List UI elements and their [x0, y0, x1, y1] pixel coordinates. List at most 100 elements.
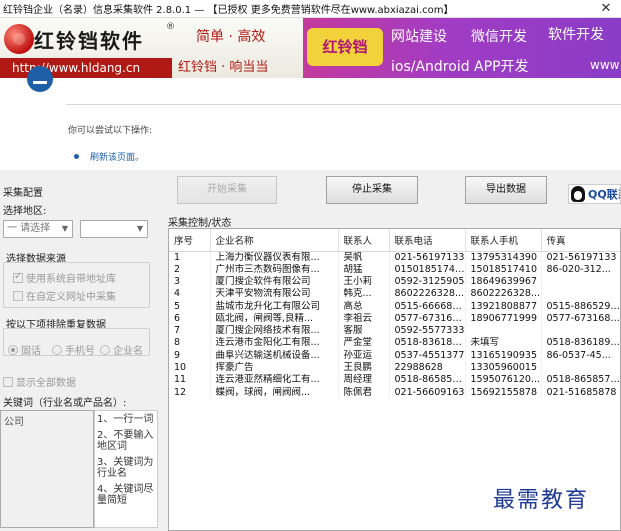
- window-title: 红铃铛企业（名录）信息采集软件 2.8.0.1 — 【已授权 更多免费营销软件尽…: [3, 5, 454, 16]
- table-row[interactable]: 12 蝶阀，球阀，闸阀阀... 陈佩君 021-56609163 15692155878…: [169, 386, 620, 399]
- col-header-company[interactable]: 企业名称: [210, 229, 339, 252]
- radio-dot: [52, 344, 62, 355]
- col-header-mobile[interactable]: 联系人手机: [465, 229, 542, 252]
- cell-contact: 周经理: [338, 374, 390, 387]
- cell-index: 8: [169, 337, 211, 350]
- stop-button[interactable]: 停止采集: [326, 176, 418, 204]
- cell-contact: 客服: [338, 324, 390, 338]
- cell-fax: 86-0537-45...: [541, 349, 620, 362]
- cell-mobile: 15018517410: [465, 263, 542, 276]
- cell-fax: [541, 324, 620, 338]
- cell-company: 厦门搜企软件有限公司: [210, 275, 339, 289]
- region-select-value: 一 请选择: [7, 223, 51, 234]
- table-row[interactable]: 7 厦门搜企网络技术有限... 客服 0592-5577333: [169, 324, 620, 338]
- cell-index: 7: [169, 324, 211, 338]
- cell-index: 2: [169, 263, 211, 276]
- brand-url[interactable]: http://www.hldang.cn: [0, 58, 172, 78]
- cell-fax: 0518-86585779: [541, 374, 620, 387]
- start-button[interactable]: 开始采集: [177, 176, 277, 204]
- slogan-simple: 简单 · 高效: [196, 29, 266, 45]
- col-header-contact[interactable]: 联系人: [338, 229, 390, 252]
- ad-app: ios/Android APP开发: [391, 59, 529, 75]
- cell-company: 上海力衡仪器仪表有限...: [210, 251, 339, 264]
- cell-fax: [541, 288, 620, 301]
- col-header-fax[interactable]: 传真: [541, 229, 620, 252]
- cell-contact: 陈佩君: [338, 386, 390, 399]
- cell-phone: 0592-5577333: [389, 324, 466, 338]
- chevron-down-icon: ▼: [136, 224, 143, 233]
- cell-contact: 王良鹏: [338, 361, 390, 375]
- status-section-title: 采集控制/状态: [168, 218, 232, 229]
- cell-company: 厦门搜企网络技术有限...: [210, 324, 339, 338]
- cell-phone: 0518-83618188: [389, 337, 466, 350]
- qq-contact-button[interactable]: QQ联系: [568, 184, 621, 204]
- close-icon[interactable]: ✕: [591, 0, 621, 18]
- cell-phone: 8602226328...: [389, 288, 466, 301]
- table-row[interactable]: 5 盐城市龙升化工有限公司 高总 0515-66668866 13921808877 05…: [169, 300, 620, 313]
- cell-mobile: [465, 324, 542, 338]
- cell-mobile: 13921808877: [465, 300, 542, 313]
- col-header-index[interactable]: 序号: [169, 229, 211, 252]
- hint-text: 你可以尝试以下操作:: [68, 126, 153, 136]
- cell-company: 瓯北阀，闸阀等,良精...: [210, 312, 339, 325]
- cell-mobile: 13165190935: [465, 349, 542, 362]
- chevron-down-icon: ▼: [61, 224, 68, 233]
- table-row[interactable]: 1 上海力衡仪器仪表有限... 吴帆 021-56197133 13795314390 0…: [169, 251, 620, 264]
- qq-penguin-icon: [571, 186, 585, 202]
- ad-banner[interactable]: 红铃铛 网站建设 微信开发 软件开发 ios/Android APP开发 www: [303, 18, 621, 78]
- checkbox-box: [13, 290, 23, 301]
- cell-company: 连云港亚然精细化工有...: [210, 374, 339, 387]
- cell-phone: 22988628: [389, 361, 466, 375]
- col-header-phone[interactable]: 联系电话: [389, 229, 466, 252]
- radio-mobile[interactable]: 手机号: [52, 342, 95, 357]
- table-row[interactable]: 11 连云港亚然精细化工有... 周经理 0518-86585333 159507612…: [169, 374, 620, 387]
- cell-company: 天津平安物流有限公司: [210, 288, 339, 301]
- cell-fax: [541, 275, 620, 289]
- slogan-bell: 红铃铛 · 响当当: [178, 60, 269, 75]
- cell-contact: 胡猛: [338, 263, 390, 276]
- export-button[interactable]: 导出数据: [465, 176, 547, 204]
- ad-logo: 红铃铛: [307, 28, 383, 66]
- custom-url-checkbox[interactable]: 在自定义网址中采集: [13, 288, 116, 303]
- cell-index: 5: [169, 300, 211, 313]
- tip-1: 1、一行一词: [97, 414, 154, 425]
- config-title: 采集配置: [3, 188, 43, 199]
- use-system-checkbox[interactable]: 使用系统自带地址库: [13, 270, 116, 285]
- radio-company[interactable]: 企业名: [100, 342, 143, 357]
- radio-dot: [100, 344, 110, 355]
- cell-contact: 孙亚运: [338, 349, 390, 362]
- region-select[interactable]: 一 请选择 ▼: [3, 220, 73, 238]
- cell-phone: 015018517410: [389, 263, 466, 276]
- keyword-label: 关键词（行业名或产品名）:: [3, 398, 127, 409]
- table-row[interactable]: 6 瓯北阀，闸阀等,良精... 李祖云 0577-67316999 1890677199…: [169, 312, 620, 325]
- radio-mobile-label: 手机号: [65, 346, 95, 357]
- tip-3: 3、关键词为行业名: [97, 457, 154, 479]
- info-icon: [27, 66, 53, 92]
- divider: [66, 104, 621, 105]
- cell-phone: 021-56609163: [389, 386, 466, 399]
- cell-phone: 0537-4551377: [389, 349, 466, 362]
- table-row[interactable]: 2 广州市三杰数码图像有... 胡猛 015018517410 15018517410 8…: [169, 263, 620, 276]
- radio-company-label: 企业名: [113, 346, 143, 357]
- show-all-checkbox[interactable]: 显示全部数据: [3, 374, 76, 389]
- ad-www: www: [590, 58, 620, 72]
- city-select[interactable]: ▼: [80, 220, 148, 238]
- cell-mobile: 1595076120...: [465, 374, 542, 387]
- cell-index: 1: [169, 251, 211, 264]
- table-row[interactable]: 4 天津平安物流有限公司 韩克... 8602226328... 8602226328.…: [169, 288, 620, 301]
- bullet-icon: [74, 154, 79, 159]
- radio-fixed[interactable]: 固话: [8, 342, 41, 357]
- cell-mobile: 18906771999: [465, 312, 542, 325]
- table-row[interactable]: 9 曲阜兴达输送机械设备... 孙亚运 0537-4551377 13165190935…: [169, 349, 620, 362]
- keyword-input[interactable]: 公司: [0, 410, 94, 528]
- cell-mobile: 13795314390: [465, 251, 542, 264]
- tip-4: 4、关键词尽量简短: [97, 484, 154, 506]
- table-row[interactable]: 8 连云港市金阳化工有限... 严金堂 0518-83618188 未填写 0518-83…: [169, 337, 620, 350]
- show-all-label: 显示全部数据: [16, 378, 76, 389]
- refresh-link[interactable]: 刷新该页面。: [90, 150, 144, 163]
- cell-mobile: 未填写: [465, 337, 542, 350]
- cell-company: 盐城市龙升化工有限公司: [210, 300, 339, 313]
- table-row[interactable]: 3 厦门搜企软件有限公司 王小莉 0592-3125905 18649639967: [169, 275, 620, 289]
- checkbox-box: [3, 376, 13, 387]
- table-row[interactable]: 10 挥豪广告 王良鹏 22988628 13305960015: [169, 361, 620, 375]
